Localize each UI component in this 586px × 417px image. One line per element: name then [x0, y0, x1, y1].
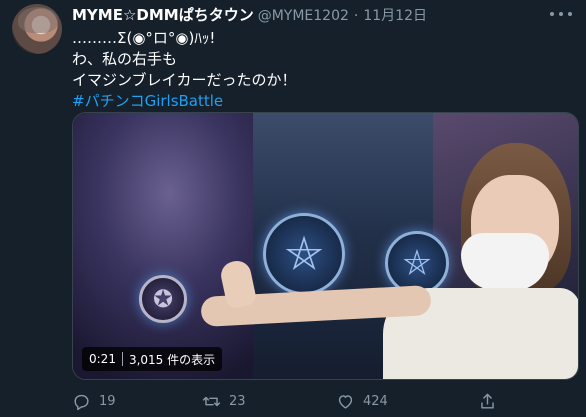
tweet-text: ………Σ(◉°ロ°◉)ﾊｯ! わ、私の右手も イマジンブレイカーだったのか！ #… [72, 28, 297, 112]
reply-count: 19 [99, 393, 116, 409]
like-button[interactable]: 424 [336, 388, 388, 414]
video-player[interactable]: ✪ ⛤ ⛤ 0:21 3,015 件の表示 [72, 112, 579, 380]
more-icon[interactable] [550, 6, 572, 22]
share-button[interactable] [478, 388, 497, 414]
like-count: 424 [363, 393, 388, 409]
reply-icon [74, 394, 89, 410]
reply-button[interactable]: 19 [72, 388, 116, 414]
retweet-count: 23 [229, 393, 246, 409]
tweet[interactable]: MYME☆DMMぱちタウン @MYME1202 · 11月12日 ………Σ(◉°… [0, 0, 586, 417]
avatar[interactable] [12, 4, 62, 54]
retweet-button[interactable]: 23 [202, 388, 246, 414]
face-mask [461, 233, 549, 291]
hashtag-link[interactable]: #パチンコGirlsBattle [72, 91, 297, 112]
machine-emblem-small: ✪ [139, 275, 187, 323]
video-info-badge: 0:21 3,015 件の表示 [82, 347, 223, 371]
header-separator: · [353, 8, 359, 24]
user-handle[interactable]: @MYME1202 [258, 8, 349, 24]
video-view-count: 3,015 件の表示 [128, 352, 216, 367]
pentagram-emblem-large: ⛤ [263, 213, 345, 295]
share-icon [481, 393, 494, 409]
tweet-line-1: ………Σ(◉°ロ°◉)ﾊｯ! [72, 29, 216, 47]
video-duration: 0:21 [89, 352, 116, 366]
tweet-header: MYME☆DMMぱちタウン @MYME1202 · 11月12日 [72, 4, 427, 26]
tweet-line-2: わ、私の右手も [72, 50, 178, 68]
tweet-line-3: イマジンブレイカーだったのか！ [72, 71, 297, 89]
display-name[interactable]: MYME☆DMMぱちタウン [72, 4, 254, 25]
tweet-actions: 19 23 424 [72, 388, 572, 414]
avatar-hair [18, 7, 58, 33]
badge-divider [121, 352, 123, 366]
retweet-icon [202, 396, 221, 406]
heart-icon [338, 394, 353, 409]
timestamp-link[interactable]: 11月12日 [363, 5, 427, 25]
